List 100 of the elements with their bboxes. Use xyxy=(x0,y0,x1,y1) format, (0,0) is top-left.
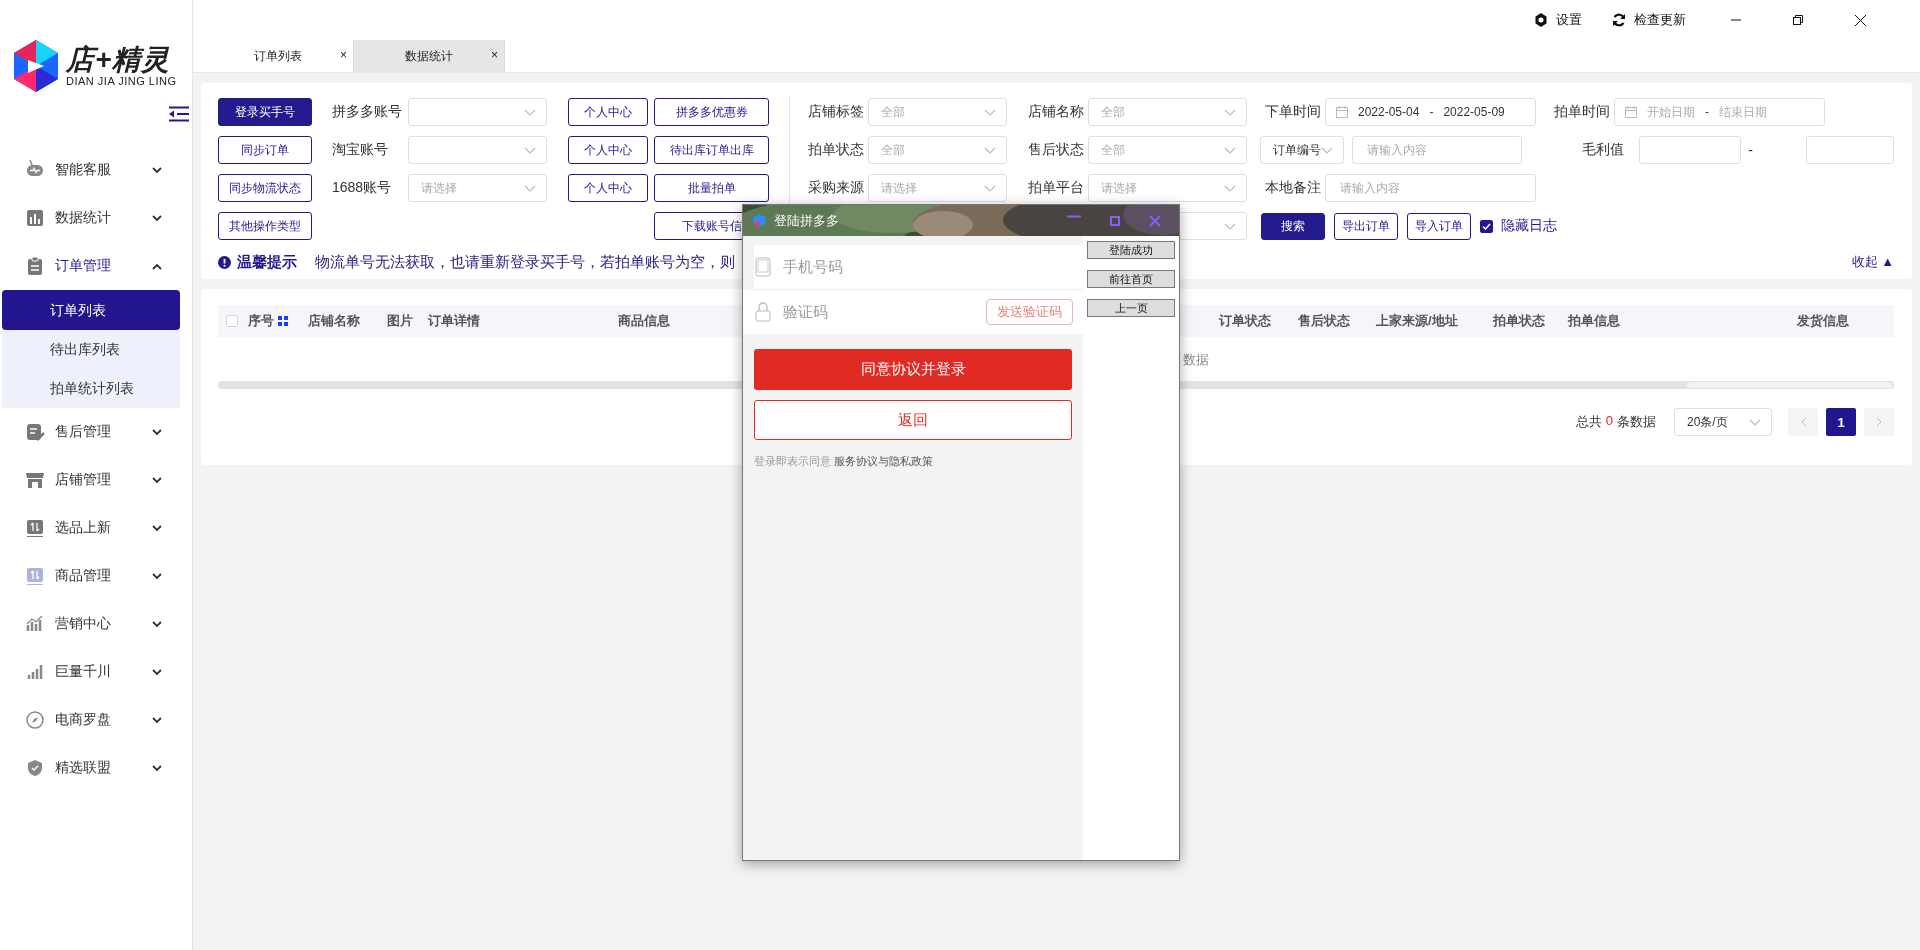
sidebar-subitem[interactable]: 待出库列表 xyxy=(2,330,180,369)
calendar-icon xyxy=(1336,106,1348,118)
filter-label: 拍单平台 xyxy=(1028,179,1085,197)
caret-icon xyxy=(524,184,536,192)
rising-chart-icon xyxy=(25,614,45,634)
caret-icon xyxy=(984,184,996,192)
restore-icon[interactable] xyxy=(1793,15,1803,25)
filter-label: 拍单状态 xyxy=(808,141,865,159)
page-button[interactable]: 1 xyxy=(1826,408,1856,436)
action-button[interactable]: 拼多多优惠券 xyxy=(654,98,769,126)
sidebar-item[interactable]: 订单管理 xyxy=(0,242,192,290)
select-field[interactable]: 订单编号 xyxy=(1260,136,1344,164)
tab-close[interactable]: × xyxy=(340,48,347,62)
personal-center-button[interactable]: 个人中心 xyxy=(568,98,648,126)
grid-icon[interactable] xyxy=(278,316,288,326)
filter-label: 毛利值 xyxy=(1582,141,1625,159)
caret-icon xyxy=(984,146,996,154)
action-button[interactable]: 同步订单 xyxy=(218,136,312,164)
caret-icon xyxy=(1321,146,1333,154)
column-header: 店铺名称 xyxy=(308,312,360,330)
action-button[interactable]: 导出订单 xyxy=(1334,212,1398,240)
account-label: 1688账号 xyxy=(332,179,393,197)
date-range-field[interactable]: 开始日期 - 结束日期 xyxy=(1614,98,1825,126)
tab[interactable]: 数据统计 × xyxy=(354,40,505,72)
sidebar-item[interactable]: 店铺管理 xyxy=(0,456,192,504)
notice-text: 物流单号无法获取，也请重新登录买手号，若拍单账号为空，则 xyxy=(315,252,735,272)
personal-center-button[interactable]: 个人中心 xyxy=(568,174,648,202)
sidebar-item[interactable]: 商品管理 xyxy=(0,552,192,600)
column-header: 图片 xyxy=(387,312,413,330)
input-field[interactable] xyxy=(1638,136,1742,164)
filter-label: 本地备注 xyxy=(1265,179,1322,197)
chevron-left-icon xyxy=(1799,417,1807,427)
back-button[interactable]: 返回 xyxy=(754,400,1072,440)
action-button[interactable]: 搜索 xyxy=(1261,212,1325,240)
caret-icon xyxy=(1224,222,1236,230)
minimize-icon[interactable] xyxy=(1731,19,1741,21)
action-button[interactable]: 批量拍单 xyxy=(654,174,769,202)
account-select[interactable] xyxy=(408,136,547,164)
page-size-select[interactable]: 20条/页 xyxy=(1674,408,1772,436)
dialog-title: 登陆拼多多 xyxy=(774,211,839,230)
menu-collapse-icon[interactable] xyxy=(169,106,189,122)
account-select[interactable] xyxy=(408,98,547,126)
sidebar-item[interactable]: 智能客服 xyxy=(0,146,192,194)
swap-arrows-icon xyxy=(25,518,45,538)
caret-icon xyxy=(1224,108,1236,116)
close-icon[interactable] xyxy=(1854,14,1866,26)
sidebar-subitem[interactable]: 拍单统计列表 xyxy=(2,369,180,408)
filter-label: 采购来源 xyxy=(808,179,865,197)
next-page-button[interactable] xyxy=(1864,408,1894,436)
action-button[interactable]: 待出库订单出库 xyxy=(654,136,769,164)
column-header: 订单详情 xyxy=(428,312,480,330)
input-field[interactable] xyxy=(1805,136,1894,164)
sidebar-item[interactable]: 巨量千川 xyxy=(0,648,192,696)
nav-button[interactable]: 前往首页 xyxy=(1087,270,1175,288)
personal-center-button[interactable]: 个人中心 xyxy=(568,136,648,164)
caret-icon xyxy=(1224,184,1236,192)
caret-icon xyxy=(524,108,536,116)
maximize-icon[interactable] xyxy=(1109,214,1121,227)
caret-icon xyxy=(984,108,996,116)
filter-label: 售后状态 xyxy=(1028,141,1085,159)
account-label: 拼多多账号 xyxy=(332,103,403,121)
sidebar-item[interactable]: 电商罗盘 xyxy=(0,696,192,744)
checkbox-label[interactable]: 隐藏日志 xyxy=(1501,217,1557,235)
tab-close[interactable]: × xyxy=(491,48,498,62)
column-header: 上家来源/地址 xyxy=(1376,312,1458,330)
sidebar-item[interactable]: 售后管理 xyxy=(0,408,192,456)
minimize-icon[interactable] xyxy=(1067,214,1081,218)
toolbar-link[interactable]: 检查更新 xyxy=(1634,11,1686,29)
filter-label: 店铺标签 xyxy=(808,103,865,121)
checkbox[interactable] xyxy=(1480,219,1493,233)
note-pen-icon xyxy=(25,422,45,442)
action-button[interactable]: 其他操作类型 xyxy=(218,212,312,240)
account-label: 淘宝账号 xyxy=(332,141,389,159)
shield-icon xyxy=(25,758,45,778)
column-header: 拍单状态 xyxy=(1493,312,1545,330)
sidebar-item[interactable]: 选品上新 xyxy=(0,504,192,552)
nav-button[interactable]: 上一页 xyxy=(1087,299,1175,317)
sidebar-item[interactable]: 营销中心 xyxy=(0,600,192,648)
bar-chart-icon xyxy=(25,208,45,228)
nav-button[interactable]: 登陆成功 xyxy=(1087,241,1175,259)
action-button[interactable]: 同步物流状态 xyxy=(218,174,312,202)
settings-icon xyxy=(1534,13,1548,27)
sidebar-item[interactable]: 精选联盟 xyxy=(0,744,192,792)
agreement-link[interactable]: 服务协议与隐私政策 xyxy=(834,454,933,469)
prev-page-button[interactable] xyxy=(1788,408,1818,436)
range-separator: - xyxy=(1748,142,1754,158)
column-header: 拍单信息 xyxy=(1568,312,1620,330)
logo-subtitle: DIAN JIA JING LING xyxy=(66,75,177,87)
toolbar-link[interactable]: 设置 xyxy=(1556,11,1582,29)
filter-label: 拍单时间 xyxy=(1554,103,1611,121)
sidebar-subitem[interactable]: 订单列表 xyxy=(2,290,180,330)
login-button[interactable]: 同意协议并登录 xyxy=(754,349,1072,390)
column-header: 发货信息 xyxy=(1797,312,1849,330)
empty-text: 数据 xyxy=(1183,351,1210,369)
action-button[interactable]: 导入订单 xyxy=(1407,212,1471,240)
collapse-link[interactable]: 收起 ▲ xyxy=(1851,253,1894,271)
column-header: 商品信息 xyxy=(618,312,670,330)
action-button[interactable]: 登录买手号 xyxy=(218,98,312,126)
sidebar-item[interactable]: 数据统计 xyxy=(0,194,192,242)
date-range-field[interactable]: 2022-05-04 - 2022-05-09 xyxy=(1325,98,1536,126)
